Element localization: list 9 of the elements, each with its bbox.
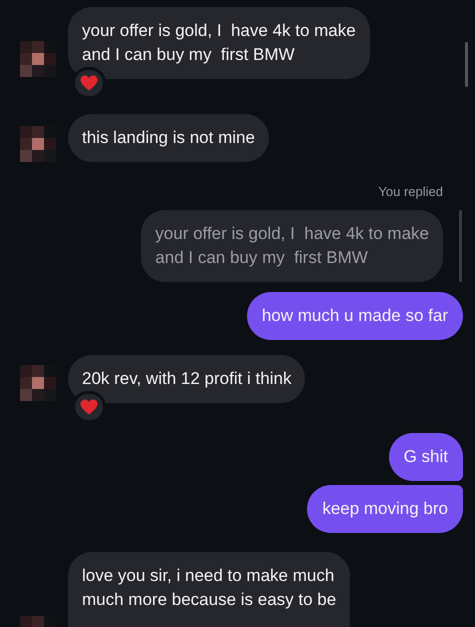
- message-bubble: G shit: [388, 432, 463, 480]
- quoted-message: your offer is gold, I have 4k to make and I can buy my first BMW: [141, 210, 443, 282]
- reply-label: You replied: [378, 184, 443, 199]
- message-bubble: how much u made so far: [246, 292, 463, 340]
- message-bubble: your offer is gold, I have 4k to make and I can buy my first BMW: [68, 7, 370, 79]
- message-bubble: love you sir, i need to make much much more because is easy to be: [68, 552, 350, 627]
- message-bubble: this landing is not mine: [68, 114, 269, 162]
- message-bubble: keep moving bro: [307, 484, 463, 532]
- message-bubble: 20k rev, with 12 profit i think: [68, 354, 306, 402]
